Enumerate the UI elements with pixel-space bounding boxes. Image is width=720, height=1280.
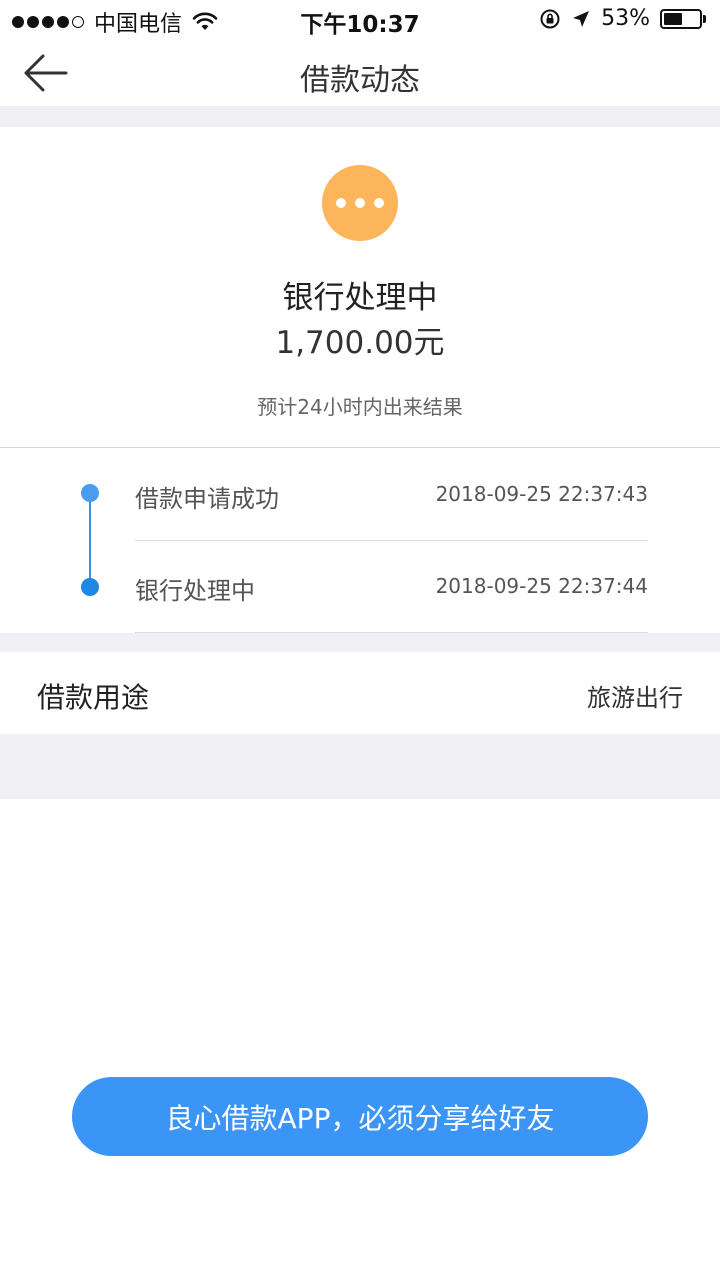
loan-amount: 1,700.00元	[275, 325, 445, 361]
battery-percent: 53%	[601, 6, 650, 31]
nav-bar: 借款动态	[0, 40, 720, 106]
loan-purpose-row: 借款用途 旅游出行	[0, 652, 720, 734]
timeline-item-time: 2018-09-25 22:37:43	[435, 482, 648, 506]
rotation-lock-icon	[540, 9, 560, 28]
status-bar-right: 53%	[539, 6, 706, 31]
timeline-item-label: 银行处理中	[135, 577, 255, 605]
status-bar: 中国电信 下午10:37 53%	[0, 0, 720, 40]
share-button[interactable]: 良心借款APP，必须分享给好友	[72, 1077, 648, 1156]
timeline-item-time: 2018-09-25 22:37:44	[435, 574, 648, 598]
section-divider	[0, 633, 720, 652]
purpose-label: 借款用途	[37, 681, 150, 714]
status-note: 预计24小时内出来结果	[257, 395, 463, 419]
section-divider	[0, 734, 720, 799]
status-title: 银行处理中	[282, 280, 438, 316]
timeline-item-label: 借款申请成功	[135, 485, 279, 513]
purpose-value: 旅游出行	[587, 684, 683, 712]
location-arrow-icon	[573, 10, 590, 27]
loan-status-card: 银行处理中 1,700.00元 预计24小时内出来结果	[0, 127, 720, 448]
page-title: 借款动态	[300, 63, 420, 98]
timeline-line	[89, 493, 91, 589]
progress-timeline: 借款申请成功 2018-09-25 22:37:43 银行处理中 2018-09…	[0, 449, 720, 633]
section-divider	[0, 106, 720, 127]
timeline-dot	[81, 484, 99, 502]
timeline-item: 银行处理中 2018-09-25 22:37:44	[135, 541, 648, 633]
battery-icon	[660, 8, 706, 29]
timeline-item: 借款申请成功 2018-09-25 22:37:43	[135, 449, 648, 541]
ellipsis-icon	[322, 165, 398, 241]
timeline-dot	[81, 578, 99, 596]
